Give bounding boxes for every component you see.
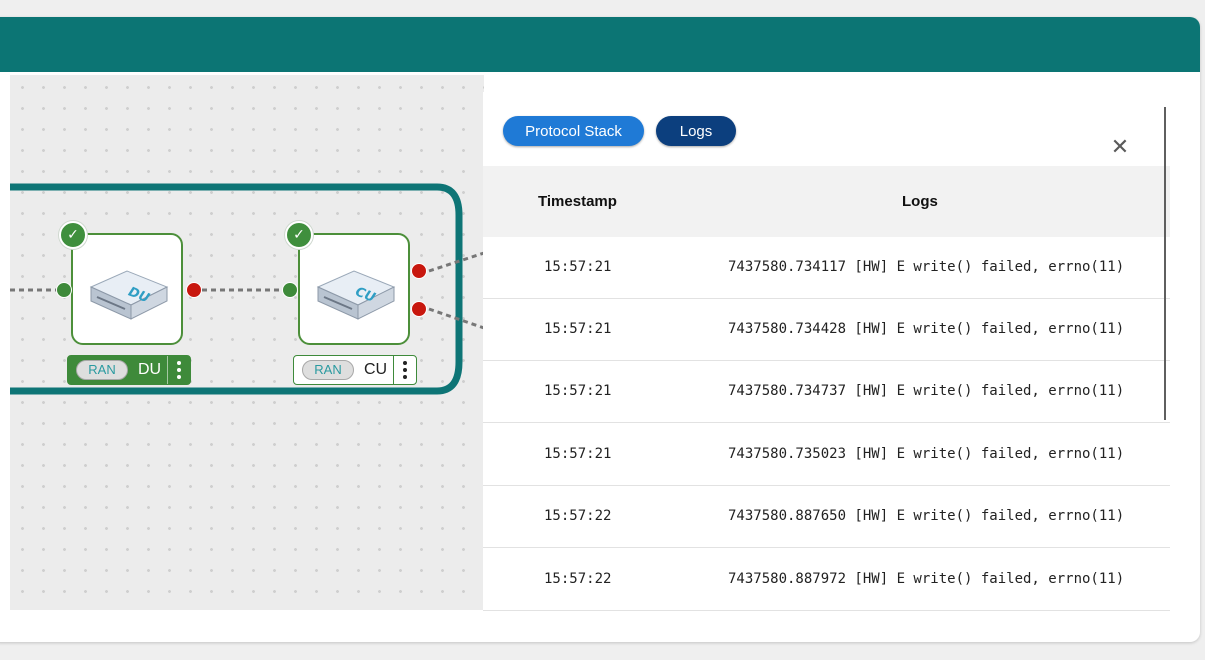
- node-name-du: DU: [138, 361, 162, 378]
- table-header: Timestamp Logs: [483, 166, 1170, 237]
- close-icon[interactable]: ✕: [1109, 137, 1131, 159]
- ran-tag: RAN: [302, 360, 354, 380]
- du-input-port[interactable]: [56, 282, 72, 298]
- top-header-bar: [0, 17, 1200, 72]
- du-node-card[interactable]: DU: [71, 233, 183, 345]
- table-row[interactable]: 15:57:22 7437580.887650 [HW] E write() f…: [483, 486, 1170, 548]
- row-timestamp: 15:57:21: [544, 321, 612, 337]
- tab-protocol-stack[interactable]: Protocol Stack: [503, 116, 644, 146]
- row-timestamp: 15:57:21: [544, 259, 612, 275]
- table-row[interactable]: 15:57:21 7437580.734428 [HW] E write() f…: [483, 299, 1170, 361]
- du-label-bar: RAN DU: [67, 355, 191, 385]
- kebab-menu-icon[interactable]: [167, 356, 190, 384]
- cu-input-port[interactable]: [282, 282, 298, 298]
- row-message: 7437580.734737 [HW] E write() failed, er…: [728, 383, 1125, 399]
- row-timestamp: 15:57:21: [544, 383, 612, 399]
- panel-scrollbar[interactable]: [1164, 107, 1166, 420]
- row-message: 7437580.734117 [HW] E write() failed, er…: [728, 259, 1125, 275]
- cu-output-port-2[interactable]: [411, 301, 427, 317]
- row-message: 7437580.734428 [HW] E write() failed, er…: [728, 321, 1125, 337]
- row-timestamp: 15:57:21: [544, 446, 612, 462]
- row-timestamp: 15:57:22: [544, 508, 612, 524]
- row-timestamp: 15:57:22: [544, 571, 612, 587]
- du-output-port[interactable]: [186, 282, 202, 298]
- row-message: 7437580.735023 [HW] E write() failed, er…: [728, 446, 1125, 462]
- server-du-icon: DU: [89, 270, 169, 320]
- column-header-timestamp[interactable]: Timestamp: [538, 193, 617, 210]
- server-cu-icon: CU: [316, 270, 396, 320]
- table-row[interactable]: 15:57:22 7437580.887972 [HW] E write() f…: [483, 549, 1170, 611]
- row-message: 7437580.887972 [HW] E write() failed, er…: [728, 571, 1125, 587]
- logs-panel: Protocol Stack Logs ✕ Timestamp Logs 15:…: [483, 92, 1170, 611]
- column-header-logs[interactable]: Logs: [902, 193, 938, 210]
- ran-tag: RAN: [76, 360, 128, 380]
- tab-logs[interactable]: Logs: [656, 116, 736, 146]
- table-row[interactable]: 15:57:21 7437580.734117 [HW] E write() f…: [483, 237, 1170, 299]
- node-name-cu: CU: [364, 361, 388, 378]
- table-row[interactable]: 15:57:21 7437580.735023 [HW] E write() f…: [483, 424, 1170, 486]
- status-ok-icon: ✓: [285, 221, 313, 249]
- cu-label-bar: RAN CU: [293, 355, 417, 385]
- topology-canvas[interactable]: DU ✓ RAN DU CU ✓ RAN CU: [10, 75, 484, 610]
- kebab-menu-icon[interactable]: [393, 356, 416, 384]
- row-message: 7437580.887650 [HW] E write() failed, er…: [728, 508, 1125, 524]
- status-ok-icon: ✓: [59, 221, 87, 249]
- cu-node-card[interactable]: CU: [298, 233, 410, 345]
- cu-output-port-1[interactable]: [411, 263, 427, 279]
- table-row[interactable]: 15:57:21 7437580.734737 [HW] E write() f…: [483, 361, 1170, 423]
